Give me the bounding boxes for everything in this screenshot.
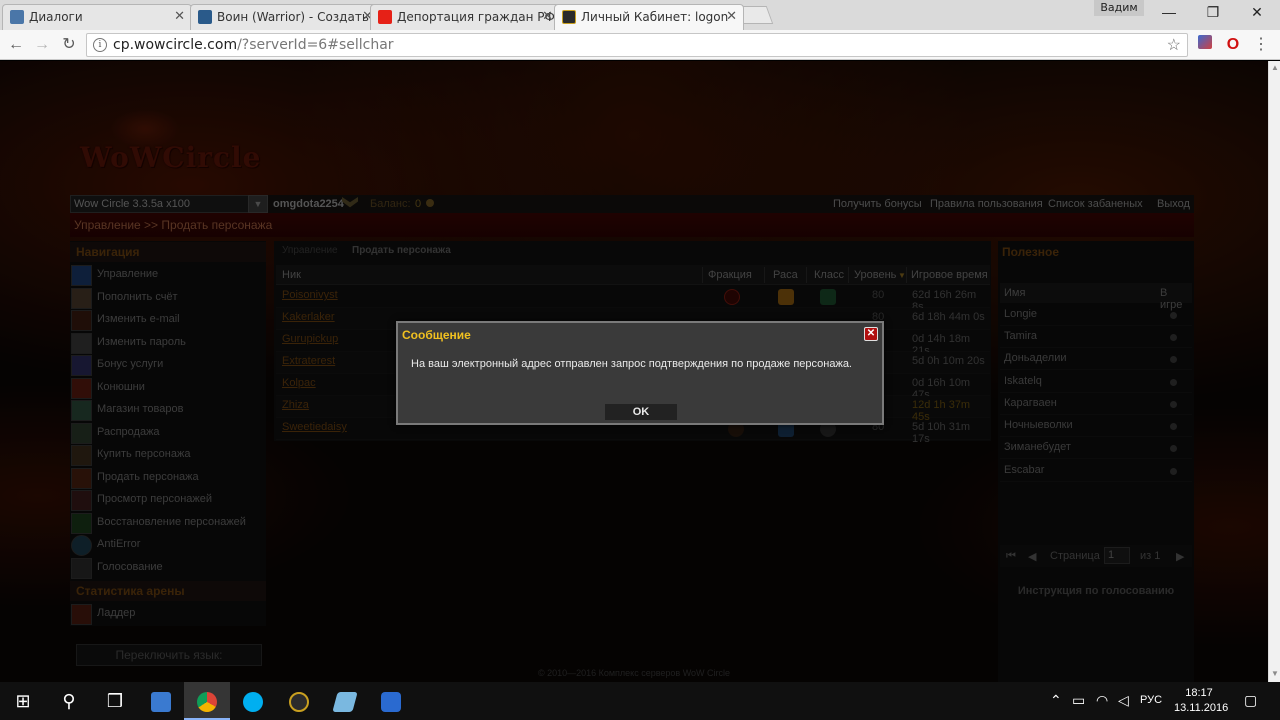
tab-title: Депортация граждан РФ — [397, 10, 555, 24]
tab-title: Воин (Warrior) - Создать — [217, 10, 369, 24]
browser-tab-strip: Диалоги ✕ Воин (Warrior) - Создать ✕ Деп… — [0, 0, 1280, 30]
message-dialog: Сообщение ✕ На ваш электронный адрес отп… — [396, 321, 884, 425]
dialog-title: Сообщение — [402, 328, 471, 342]
windows-start-icon[interactable]: ⊞ — [0, 682, 46, 720]
browser-tab[interactable]: Депортация граждан РФ ✕ — [370, 4, 560, 30]
wow-icon — [562, 10, 576, 24]
profile-badge[interactable]: Вадим — [1094, 0, 1144, 16]
tab-title: Диалоги — [29, 10, 83, 24]
show-hidden-icons[interactable]: ⌃ — [1050, 692, 1062, 709]
address-bar[interactable]: i cp.wowcircle.com/?serverId=6#sellchar … — [86, 33, 1188, 57]
dialog-message: На ваш электронный адрес отправлен запро… — [411, 358, 852, 370]
vk-icon — [10, 10, 24, 24]
scroll-down-icon[interactable]: ▼ — [1271, 669, 1279, 678]
task-view-icon[interactable]: ❒ — [92, 682, 138, 720]
site-icon — [198, 10, 212, 24]
restore-icon[interactable]: ❐ — [1190, 0, 1236, 26]
wifi-icon[interactable]: ◠ — [1096, 692, 1108, 709]
reload-icon[interactable]: ↻ — [58, 34, 80, 56]
ok-button[interactable]: OK — [605, 404, 677, 420]
info-icon[interactable]: i — [93, 38, 107, 52]
chrome-icon[interactable] — [184, 682, 230, 720]
pc-icon[interactable] — [138, 682, 184, 720]
scrollbar[interactable]: ▲ ▼ — [1268, 61, 1280, 682]
close-icon[interactable]: ✕ — [726, 5, 737, 29]
close-icon[interactable]: ✕ — [174, 5, 185, 29]
tab-title: Личный Кабинет: logon — [581, 10, 729, 24]
volume-icon[interactable]: ◁ — [1118, 692, 1129, 709]
extension-icon[interactable] — [1194, 34, 1216, 56]
app-icon[interactable] — [322, 682, 368, 720]
battery-icon[interactable]: ▭ — [1072, 692, 1085, 709]
menu-icon[interactable]: ⋮ — [1250, 34, 1272, 56]
minimize-icon[interactable]: — — [1146, 0, 1192, 26]
clock-date: 13.11.2016 — [1174, 702, 1229, 714]
forward-icon[interactable]: → — [31, 34, 53, 56]
opera-icon[interactable]: O — [1222, 34, 1244, 56]
input-language[interactable]: РУС — [1140, 694, 1162, 706]
clock[interactable]: 18:17 13.11.2016 — [1174, 686, 1229, 716]
taskbar: ⊞ ⚲ ❒ ⌃ ▭ ◠ ◁ РУС 18:17 13.11.2016 ▢ — [0, 682, 1280, 720]
window-close-icon[interactable]: ✕ — [1234, 0, 1280, 26]
clock-time: 18:17 — [1185, 687, 1213, 699]
search-icon[interactable]: ⚲ — [46, 682, 92, 720]
bookmark-star-icon[interactable]: ☆ — [1167, 35, 1181, 55]
browser-tab[interactable]: Воин (Warrior) - Создать ✕ — [190, 4, 380, 30]
youtube-icon — [378, 10, 392, 24]
web-page: WoWCircle Wow Circle 3.3.5a x100 ▼ omgdo… — [0, 61, 1268, 682]
back-icon[interactable]: ← — [5, 34, 27, 56]
skype-icon[interactable] — [230, 682, 276, 720]
scroll-up-icon[interactable]: ▲ — [1271, 63, 1279, 72]
url-text: cp.wowcircle.com/?serverId=6#sellchar — [113, 37, 394, 53]
close-icon[interactable]: ✕ — [542, 5, 553, 29]
close-icon[interactable]: ✕ — [864, 327, 878, 341]
browser-tab[interactable]: Диалоги ✕ — [2, 4, 192, 30]
browser-toolbar: ← → ↻ i cp.wowcircle.com/?serverId=6#sel… — [0, 30, 1280, 60]
app-icon[interactable] — [368, 682, 414, 720]
notifications-icon[interactable]: ▢ — [1244, 692, 1257, 709]
wow-launcher-icon[interactable] — [276, 682, 322, 720]
browser-tab-active[interactable]: Личный Кабинет: logon ✕ — [554, 4, 744, 30]
